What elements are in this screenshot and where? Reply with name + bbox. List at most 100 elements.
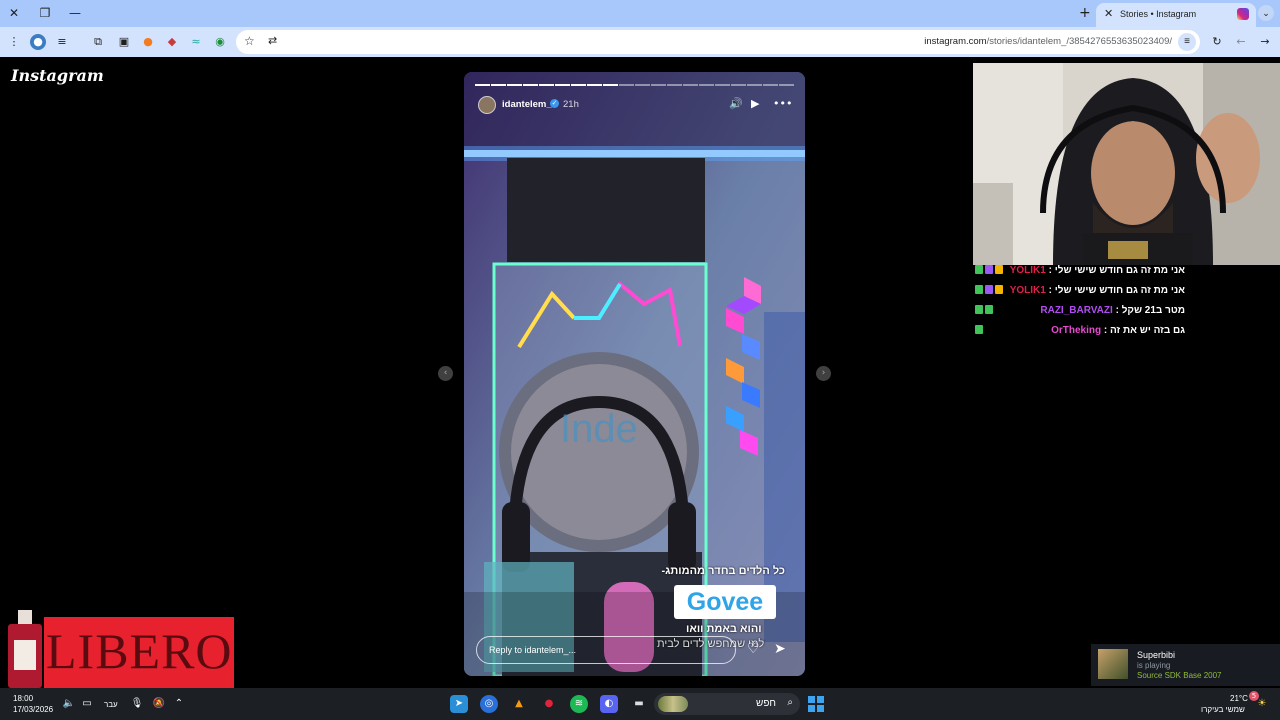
chat-username[interactable]: RAZI_BARVAZI <box>1040 305 1112 316</box>
clock-date[interactable]: 17/03/2026 <box>13 705 53 714</box>
chat-message-text: גם בזה יש את זה <box>1110 325 1185 336</box>
weather-temp[interactable]: 21°C <box>1230 694 1248 703</box>
windows-start-icon[interactable] <box>808 696 824 712</box>
progress-segment <box>779 84 794 86</box>
perfume-bottle-image <box>8 610 42 688</box>
webcam-overlay <box>973 63 1280 265</box>
site-info-icon[interactable]: ≡ <box>1178 33 1196 51</box>
extension-green-icon[interactable]: ◉ <box>212 34 228 50</box>
progress-segment <box>683 84 698 86</box>
story-reply-input[interactable]: Reply to idantelem_... <box>476 636 736 664</box>
tab-close-icon[interactable]: ✕ <box>1104 7 1113 20</box>
govee-logo: Govee <box>674 585 776 619</box>
steam-notification[interactable]: Superbibi is playing Source SDK Base 200… <box>1091 644 1280 686</box>
verified-badge-icon: ✓ <box>550 99 559 108</box>
chat-badge-icon <box>975 285 983 294</box>
steam-friend-status: is playing <box>1137 661 1171 670</box>
story-viewer[interactable]: Inde idantelem_ ✓ 21h 🔊 ▶ ••• כל הלדים ב… <box>464 72 805 676</box>
telegram-icon[interactable]: ➤ <box>450 695 468 713</box>
file-explorer-icon[interactable]: ▬ <box>630 695 648 713</box>
vlc-icon[interactable]: ▲ <box>510 695 528 713</box>
language-indicator[interactable]: עבר <box>104 700 118 709</box>
libero-brand-text: LIBERO <box>46 623 233 679</box>
chat-username[interactable]: YOLIK1 <box>1010 285 1046 296</box>
reply-placeholder: Reply to idantelem_... <box>489 645 577 655</box>
profile-avatar-icon[interactable]: ● <box>30 34 46 50</box>
forward-arrow-icon[interactable]: → <box>1257 34 1273 50</box>
address-bar[interactable]: ☆ ⇄ instagram.com/stories/idantelem_/385… <box>236 30 1200 54</box>
weather-description[interactable]: שמשי בעיקרו <box>1201 705 1245 714</box>
close-window-icon[interactable]: ✕ <box>6 5 22 21</box>
like-heart-icon[interactable]: ♡ <box>747 641 760 657</box>
tab-search-icon[interactable]: ⌄ <box>1258 5 1274 21</box>
notifications-muted-icon[interactable]: 🔕 <box>150 695 168 713</box>
chat-badges <box>975 285 1005 296</box>
instagram-logo[interactable]: Instagram <box>11 66 104 85</box>
extension-orange-icon[interactable]: ● <box>140 34 156 50</box>
media-app-icon[interactable]: ● <box>540 695 558 713</box>
play-icon[interactable]: ▶ <box>751 97 759 110</box>
clock-time[interactable]: 18:00 <box>13 694 33 703</box>
progress-segment <box>571 84 586 86</box>
progress-segment <box>715 84 730 86</box>
story-user-avatar[interactable] <box>478 96 496 114</box>
reading-list-icon[interactable]: ≡ <box>54 34 70 50</box>
progress-segment <box>475 84 490 86</box>
steam-game-name: Source SDK Base 2007 <box>1137 671 1222 680</box>
steam-friend-avatar <box>1098 649 1128 679</box>
chrome-icon[interactable]: ◎ <box>480 695 498 713</box>
back-arrow-icon[interactable]: ← <box>1233 34 1249 50</box>
chat-badges <box>975 305 995 316</box>
discord-icon[interactable]: ◐ <box>600 695 618 713</box>
chat-badge-icon <box>975 325 983 334</box>
cast-icon[interactable]: ▣ <box>116 34 132 50</box>
story-caption-top: כל הלדים בחדר מהמותג- <box>661 565 785 577</box>
progress-segment <box>763 84 778 86</box>
progress-segment <box>587 84 602 86</box>
mute-icon[interactable]: 🔊 <box>729 97 743 110</box>
progress-segment <box>731 84 746 86</box>
share-send-icon[interactable]: ➤ <box>774 641 786 657</box>
chat-message: אני מת זה גם חודש שישי שלי : YOLIK1 <box>975 282 1205 302</box>
chat-message-text: מטר ב21 שקל <box>1121 305 1185 316</box>
chat-separator: : <box>1045 285 1055 296</box>
volume-icon[interactable]: 🔈 <box>60 695 78 713</box>
menu-icon[interactable]: ⋮ <box>6 34 22 50</box>
extension-red-icon[interactable]: ◆ <box>164 34 180 50</box>
progress-segment <box>619 84 634 86</box>
progress-segment <box>507 84 522 86</box>
reload-icon[interactable]: ↻ <box>1209 34 1225 50</box>
chat-badge-icon <box>985 285 993 294</box>
chat-badges <box>975 325 985 336</box>
chat-username[interactable]: YOLIK1 <box>1010 265 1046 276</box>
next-story-arrow-icon[interactable]: › <box>816 366 831 381</box>
restore-window-icon[interactable]: ❐ <box>37 5 53 21</box>
network-icon[interactable]: ▭ <box>78 695 96 713</box>
chat-message: אני מת זה גם חודש שישי שלי : YOLIK1 <box>975 262 1205 282</box>
prev-story-arrow-icon[interactable]: ‹ <box>438 366 453 381</box>
spotify-icon[interactable]: ≋ <box>570 695 588 713</box>
show-hidden-icons-chevron-icon[interactable]: ⌃ <box>170 695 188 713</box>
extension-teal-icon[interactable]: ≈ <box>188 34 204 50</box>
story-username[interactable]: idantelem_ <box>502 99 552 110</box>
instagram-favicon-icon <box>1237 8 1249 20</box>
story-caption-mid: והוא באמת וואו <box>686 623 762 635</box>
url-text: instagram.com/stories/idantelem_/3854276… <box>924 36 1172 47</box>
new-tab-button[interactable]: + <box>1079 5 1091 21</box>
extensions-icon[interactable]: ⧉ <box>90 34 106 50</box>
chat-badge-icon <box>985 305 993 314</box>
govee-brand-text: Govee <box>686 588 764 616</box>
microphone-icon[interactable]: 🎙 <box>128 695 146 713</box>
taskbar-search[interactable]: חפש ⌕ <box>654 693 800 715</box>
chat-text: אני מת זה גם חודש שישי שלי : YOLIK1 <box>1010 265 1185 276</box>
more-options-icon[interactable]: ••• <box>773 97 792 110</box>
chat-username[interactable]: OrTheking <box>1051 325 1101 336</box>
minimize-window-icon[interactable]: — <box>67 5 83 21</box>
progress-segment <box>747 84 762 86</box>
chat-separator: : <box>1112 305 1122 316</box>
site-controls-icon[interactable]: ⇄ <box>268 34 277 47</box>
tab-title: Stories • Instagram <box>1120 9 1197 19</box>
progress-segment <box>523 84 538 86</box>
tab-stories-instagram[interactable]: ✕ Stories • Instagram <box>1096 3 1256 27</box>
bookmark-star-icon[interactable]: ☆ <box>244 34 255 48</box>
